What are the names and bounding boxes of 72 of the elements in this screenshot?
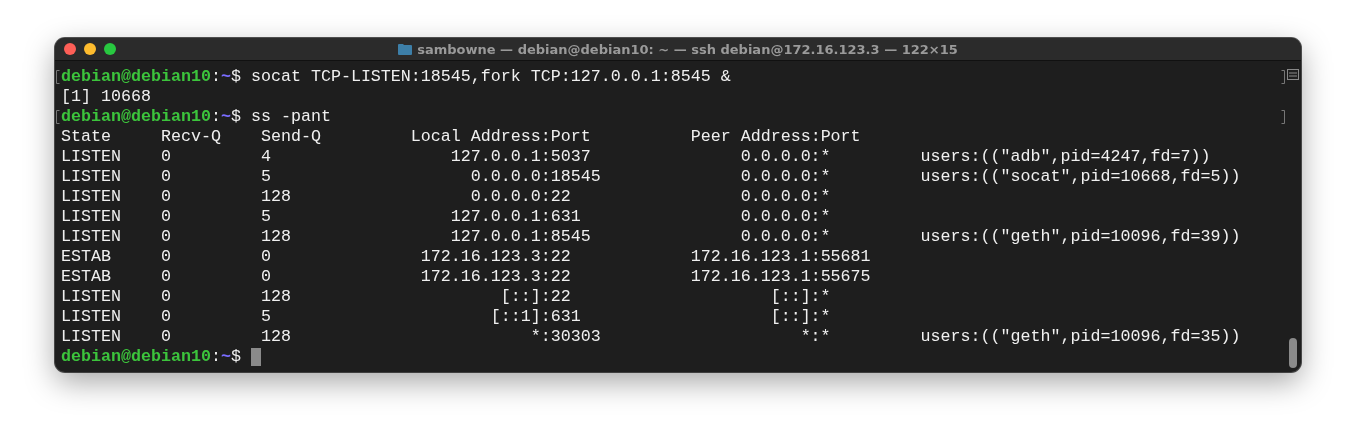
table-cell-text: 0 [160, 247, 172, 267]
table-cell-text: 172.16.123.1:55675 [690, 267, 872, 287]
column-header: Peer Address:Port [690, 127, 862, 147]
table-cell-text: *:30303 [529, 327, 602, 347]
table-cell-text: LISTEN [61, 147, 122, 167]
table-cell-text: 0 [160, 227, 172, 247]
table-cell-text: 0 [160, 207, 172, 227]
table-cell-text: 4 [260, 147, 272, 167]
table-cell-text: 0.0.0.0:* [739, 187, 832, 207]
table-cell: users:(("socat",pid=10668,fd=5)) [920, 167, 1241, 187]
scroll-thumb[interactable] [1289, 338, 1297, 368]
table-cell-text: 172.16.123.3:22 [419, 267, 572, 287]
table-cell-text: 0.0.0.0:22 [469, 187, 572, 207]
table-cell-text: [::]:* [769, 307, 832, 327]
table-cell-text: LISTEN [61, 207, 122, 227]
table-cell-text: [::]:22 [499, 287, 572, 307]
output-line: [1] 10668 [61, 87, 151, 107]
minimize-button[interactable] [84, 43, 96, 55]
table-cell-text: 172.16.123.3:22 [419, 247, 572, 267]
table-cell-text: 0 [160, 267, 172, 287]
table-cell-text: 0 [160, 147, 172, 167]
folder-icon [398, 43, 413, 55]
column-header: State [61, 127, 112, 147]
prompt-line: debian@debian10:~$ socat TCP-LISTEN:18545,fork TCP:127.0.0.1:8545 & [61, 67, 731, 87]
table-cell-text: 0.0.0.0:* [739, 167, 832, 187]
table-cell-text: 5 [260, 167, 272, 187]
table-cell: users:(("geth",pid=10096,fd=35)) [920, 327, 1241, 347]
table-cell-text: LISTEN [61, 227, 122, 247]
prompt-line: debian@debian10:~$ ss -pant [61, 107, 331, 127]
table-cell-text: [::]:* [769, 287, 832, 307]
table-cell-text: 0.0.0.0:* [739, 207, 832, 227]
table-cell-text: 5 [260, 207, 272, 227]
column-header: Local Address:Port [410, 127, 592, 147]
table-cell-text: 0 [160, 287, 172, 307]
table-cell-text: 127.0.0.1:631 [449, 207, 582, 227]
line-mark-icon [1281, 70, 1285, 84]
table-cell: users:(("adb",pid=4247,fd=7)) [920, 147, 1211, 167]
table-cell-text: 128 [260, 187, 292, 207]
table-cell-text: 0 [260, 247, 272, 267]
close-button[interactable] [64, 43, 76, 55]
zoom-button[interactable] [104, 43, 116, 55]
table-cell-text: ESTAB [61, 267, 112, 287]
line-mark-icon [1281, 110, 1285, 124]
table-cell: users:(("geth",pid=10096,fd=39)) [920, 227, 1241, 247]
table-cell-text: 0 [160, 307, 172, 327]
table-cell-text: 127.0.0.1:8545 [449, 227, 592, 247]
prompt-line: debian@debian10:~$ [61, 347, 241, 367]
window-title: sambowne — debian@debian10: ~ — ssh debian@172.16.123.3 — 122×15 [417, 41, 958, 57]
split-pane-icon[interactable] [1287, 69, 1299, 80]
table-cell-text: 0 [160, 167, 172, 187]
table-cell-text: *:* [799, 327, 832, 347]
column-header: Send-Q [260, 127, 322, 147]
column-header: Recv-Q [160, 127, 222, 147]
table-cell-text: 0 [260, 267, 272, 287]
table-cell-text: 5 [260, 307, 272, 327]
table-cell-text: LISTEN [61, 307, 122, 327]
table-cell-text: 128 [260, 227, 292, 247]
table-cell-text: 0.0.0.0:* [739, 227, 832, 247]
table-cell-text: LISTEN [61, 167, 122, 187]
table-cell-text: LISTEN [61, 327, 122, 347]
table-cell-text: 0 [160, 327, 172, 347]
table-cell-text: 0.0.0.0:* [739, 147, 832, 167]
table-cell-text: 128 [260, 327, 292, 347]
table-cell-text: [::1]:631 [489, 307, 582, 327]
table-cell-text: ESTAB [61, 247, 112, 267]
table-cell-text: 0 [160, 187, 172, 207]
table-cell-text: 127.0.0.1:5037 [449, 147, 592, 167]
table-cell-text: 0.0.0.0:18545 [469, 167, 602, 187]
table-cell-text: LISTEN [61, 187, 122, 207]
table-cell-text: 128 [260, 287, 292, 307]
table-cell-text: 172.16.123.1:55681 [690, 247, 872, 267]
table-cell-text: LISTEN [61, 287, 122, 307]
